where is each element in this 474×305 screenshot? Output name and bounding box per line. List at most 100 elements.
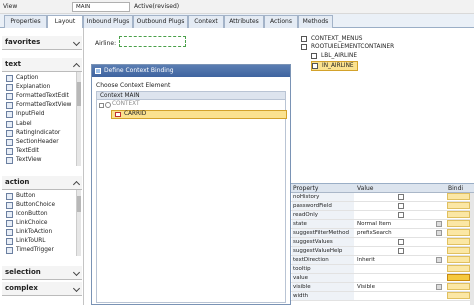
palette-item-formattedtextedit[interactable]: FormattedTextEdit (6, 92, 69, 101)
property-row-textdirection[interactable]: textDirection Inherit (291, 256, 474, 265)
palette-item-button[interactable]: Button (6, 192, 35, 201)
property-row-value[interactable]: value (291, 274, 474, 283)
palette-section-action[interactable]: action (2, 176, 82, 190)
node-label: CONTEXT (112, 101, 140, 107)
palette-item-label[interactable]: Label (6, 120, 32, 129)
icon-button-icon (6, 211, 13, 218)
binding-button[interactable] (447, 202, 470, 209)
palette-item-explanation[interactable]: Explanation (6, 83, 50, 92)
scrollbar-thumb[interactable] (77, 196, 81, 212)
property-name: state (292, 220, 354, 228)
input-field-icon (6, 111, 13, 118)
tab-inbound-plugs[interactable]: Inbound Plugs (83, 15, 133, 28)
properties-scrollbar[interactable] (470, 193, 474, 305)
palette-section-selection[interactable]: selection (2, 266, 82, 280)
palette-scrollbar[interactable] (76, 72, 81, 166)
palette-item-linkchoice[interactable]: LinkChoice (6, 219, 48, 228)
palette-item-formattedtextview[interactable]: FormattedTextView (6, 101, 71, 110)
palette-item-caption[interactable]: Caption (6, 74, 38, 83)
collapse-icon[interactable] (99, 103, 104, 108)
link-icon (6, 220, 13, 227)
palette-item-sectionheader[interactable]: SectionHeader (6, 138, 59, 147)
palette-section-text[interactable]: text (2, 58, 82, 72)
section-title: complex (5, 284, 38, 292)
checkbox[interactable] (398, 239, 404, 245)
property-row-suggestfiltermethod[interactable]: suggestFilterMethod prefixSearch (291, 229, 474, 238)
dropdown-icon[interactable] (436, 257, 442, 263)
input-field-icon (312, 63, 318, 69)
tab-properties[interactable]: Properties (4, 15, 47, 28)
property-row-passwordfield[interactable]: passwordField (291, 202, 474, 211)
property-row-state[interactable]: state Normal Item (291, 220, 474, 229)
dropdown-icon[interactable] (436, 221, 442, 227)
tree-node-root-container[interactable]: ROOTUIELEMENTCONTAINER (301, 43, 394, 51)
section-header-icon (6, 139, 13, 146)
palette-section-complex[interactable]: complex (2, 282, 82, 296)
binding-button[interactable] (447, 211, 470, 218)
tab-outbound-plugs[interactable]: Outbound Plugs (133, 15, 188, 28)
dialog-title-bar[interactable]: Define Context Binding (92, 65, 290, 77)
property-name: readOnly (292, 211, 354, 219)
dropdown-icon[interactable] (436, 230, 442, 236)
palette-item-buttonchoice[interactable]: ButtonChoice (6, 201, 55, 210)
checkbox[interactable] (398, 203, 404, 209)
binding-button[interactable] (447, 274, 470, 281)
palette-item-ratingindicator[interactable]: RatingIndicator (6, 129, 60, 138)
property-value[interactable]: Normal Item (355, 220, 445, 228)
property-row-visible[interactable]: visible Visible (291, 283, 474, 292)
context-attribute-node[interactable]: CARRID (111, 110, 287, 119)
property-row-suggestvaluehelp[interactable]: suggestValueHelp (291, 247, 474, 256)
view-name-field[interactable]: MAIN (72, 2, 130, 12)
palette-section-favorites[interactable]: favorites (2, 36, 82, 50)
palette-item-textview[interactable]: TextView (6, 156, 41, 165)
checkbox[interactable] (398, 248, 404, 254)
tab-actions[interactable]: Actions (264, 15, 298, 28)
tree-node-context-menus[interactable]: CONTEXT_MENUS (301, 35, 362, 43)
item-label: InputField (16, 111, 45, 117)
tab-attributes[interactable]: Attributes (224, 15, 264, 28)
binding-button[interactable] (447, 256, 470, 263)
property-value[interactable] (355, 274, 445, 282)
property-row-suggestvalues[interactable]: suggestValues (291, 238, 474, 247)
property-name: tooltip (292, 265, 354, 273)
scrollbar-thumb[interactable] (77, 82, 81, 106)
checkbox[interactable] (398, 194, 404, 200)
palette-item-textedit[interactable]: TextEdit (6, 147, 39, 156)
property-row-readonly[interactable]: readOnly (291, 211, 474, 220)
property-row-nohistory[interactable]: noHistory (291, 193, 474, 202)
property-value[interactable] (355, 292, 445, 300)
tree-node-lbl-airline[interactable]: LBL_AIRLINE (311, 52, 357, 60)
property-value[interactable]: Visible (355, 283, 445, 291)
binding-button[interactable] (447, 265, 470, 272)
property-value[interactable]: Inherit (355, 256, 445, 264)
chevron-down-icon (72, 268, 81, 277)
ui-element-hierarchy: CONTEXT_MENUS ROOTUIELEMENTCONTAINER LBL… (291, 28, 474, 183)
binding-button[interactable] (447, 220, 470, 227)
palette-item-inputfield[interactable]: InputField (6, 110, 44, 119)
property-value[interactable]: prefixSearch (355, 229, 445, 237)
property-row-tooltip[interactable]: tooltip (291, 265, 474, 274)
binding-button[interactable] (447, 193, 470, 200)
dropdown-icon[interactable] (436, 284, 442, 290)
tree-node-in-airline[interactable]: IN_AIRLINE (311, 61, 358, 71)
node-label: LBL_AIRLINE (321, 53, 357, 59)
binding-button[interactable] (447, 229, 470, 236)
binding-button[interactable] (447, 238, 470, 245)
palette-item-linktourl[interactable]: LinkToURL (6, 237, 45, 246)
binding-button[interactable] (447, 292, 470, 299)
property-value[interactable] (355, 265, 445, 273)
checkbox[interactable] (398, 212, 404, 218)
palette-scrollbar[interactable] (76, 190, 81, 256)
property-row-width[interactable]: width (291, 292, 474, 301)
tab-context[interactable]: Context (188, 15, 224, 28)
tab-layout[interactable]: Layout (47, 15, 83, 29)
text-view-icon (6, 157, 13, 164)
palette-item-linktoaction[interactable]: LinkToAction (6, 228, 52, 237)
palette-item-timedtrigger[interactable]: TimedTrigger (6, 246, 54, 255)
airline-input-preview[interactable] (119, 36, 186, 47)
context-root-node[interactable]: CONTEXT (99, 101, 140, 108)
binding-button[interactable] (447, 283, 470, 290)
palette-item-iconbutton[interactable]: IconButton (6, 210, 48, 219)
binding-button[interactable] (447, 247, 470, 254)
tab-methods[interactable]: Methods (298, 15, 333, 28)
